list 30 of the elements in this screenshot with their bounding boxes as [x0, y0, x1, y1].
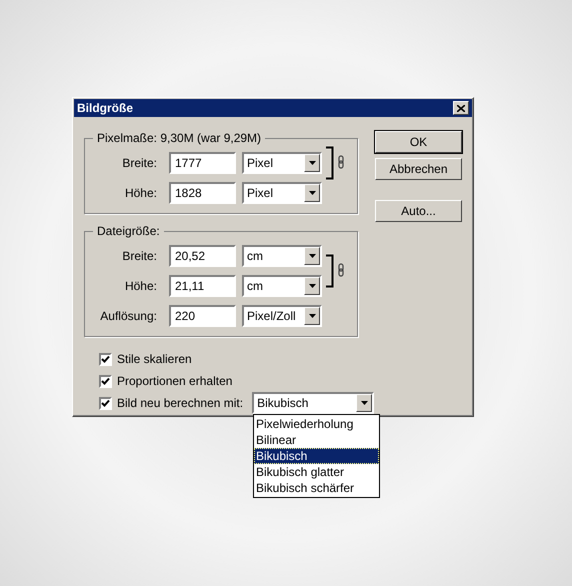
dropdown[interactable]: cm	[242, 245, 322, 267]
checkbox-label: Bild neu berechnen mit:	[117, 396, 244, 410]
field-label: Breite:	[121, 156, 157, 170]
field-label: Auflösung:	[99, 309, 157, 323]
dropdown[interactable]: Pixel/Zoll	[242, 305, 322, 327]
dropdown-option[interactable]: Bilinear	[254, 432, 379, 448]
dialog-button[interactable]: Auto...	[375, 200, 462, 222]
dropdown[interactable]: Pixel	[242, 152, 322, 174]
group-title: Dateigröße:	[96, 224, 161, 238]
dropdown-option[interactable]: Bikubisch	[254, 448, 379, 464]
field-label: Breite:	[121, 249, 157, 263]
window-title: Bildgröße	[77, 101, 133, 115]
input-field[interactable]: 20,52	[169, 245, 236, 267]
field-label: Höhe:	[124, 186, 157, 200]
dropdown[interactable]: Bikubisch	[252, 392, 374, 414]
field-label: Höhe:	[124, 279, 157, 293]
checkbox-label: Stile skalieren	[117, 352, 192, 366]
dropdown-option[interactable]: Bikubisch glatter	[254, 464, 379, 480]
dialog-button[interactable]: Abbrechen	[375, 158, 462, 180]
input-field[interactable]: 220	[169, 305, 236, 327]
input-field[interactable]: 1777	[169, 152, 236, 174]
group-title: Pixelmaße: 9,30M (war 9,29M)	[96, 131, 262, 145]
dialog-button[interactable]: OK	[375, 131, 462, 153]
input-field[interactable]: 21,11	[169, 275, 236, 297]
dropdown[interactable]: Pixel	[242, 182, 322, 204]
dropdown-option[interactable]: Bikubisch schärfer	[254, 480, 379, 496]
checkbox-label: Proportionen erhalten	[117, 374, 232, 388]
dropdown[interactable]: cm	[242, 275, 322, 297]
input-field[interactable]: 1828	[169, 182, 236, 204]
dropdown-option[interactable]: Pixelwiederholung	[254, 416, 379, 432]
